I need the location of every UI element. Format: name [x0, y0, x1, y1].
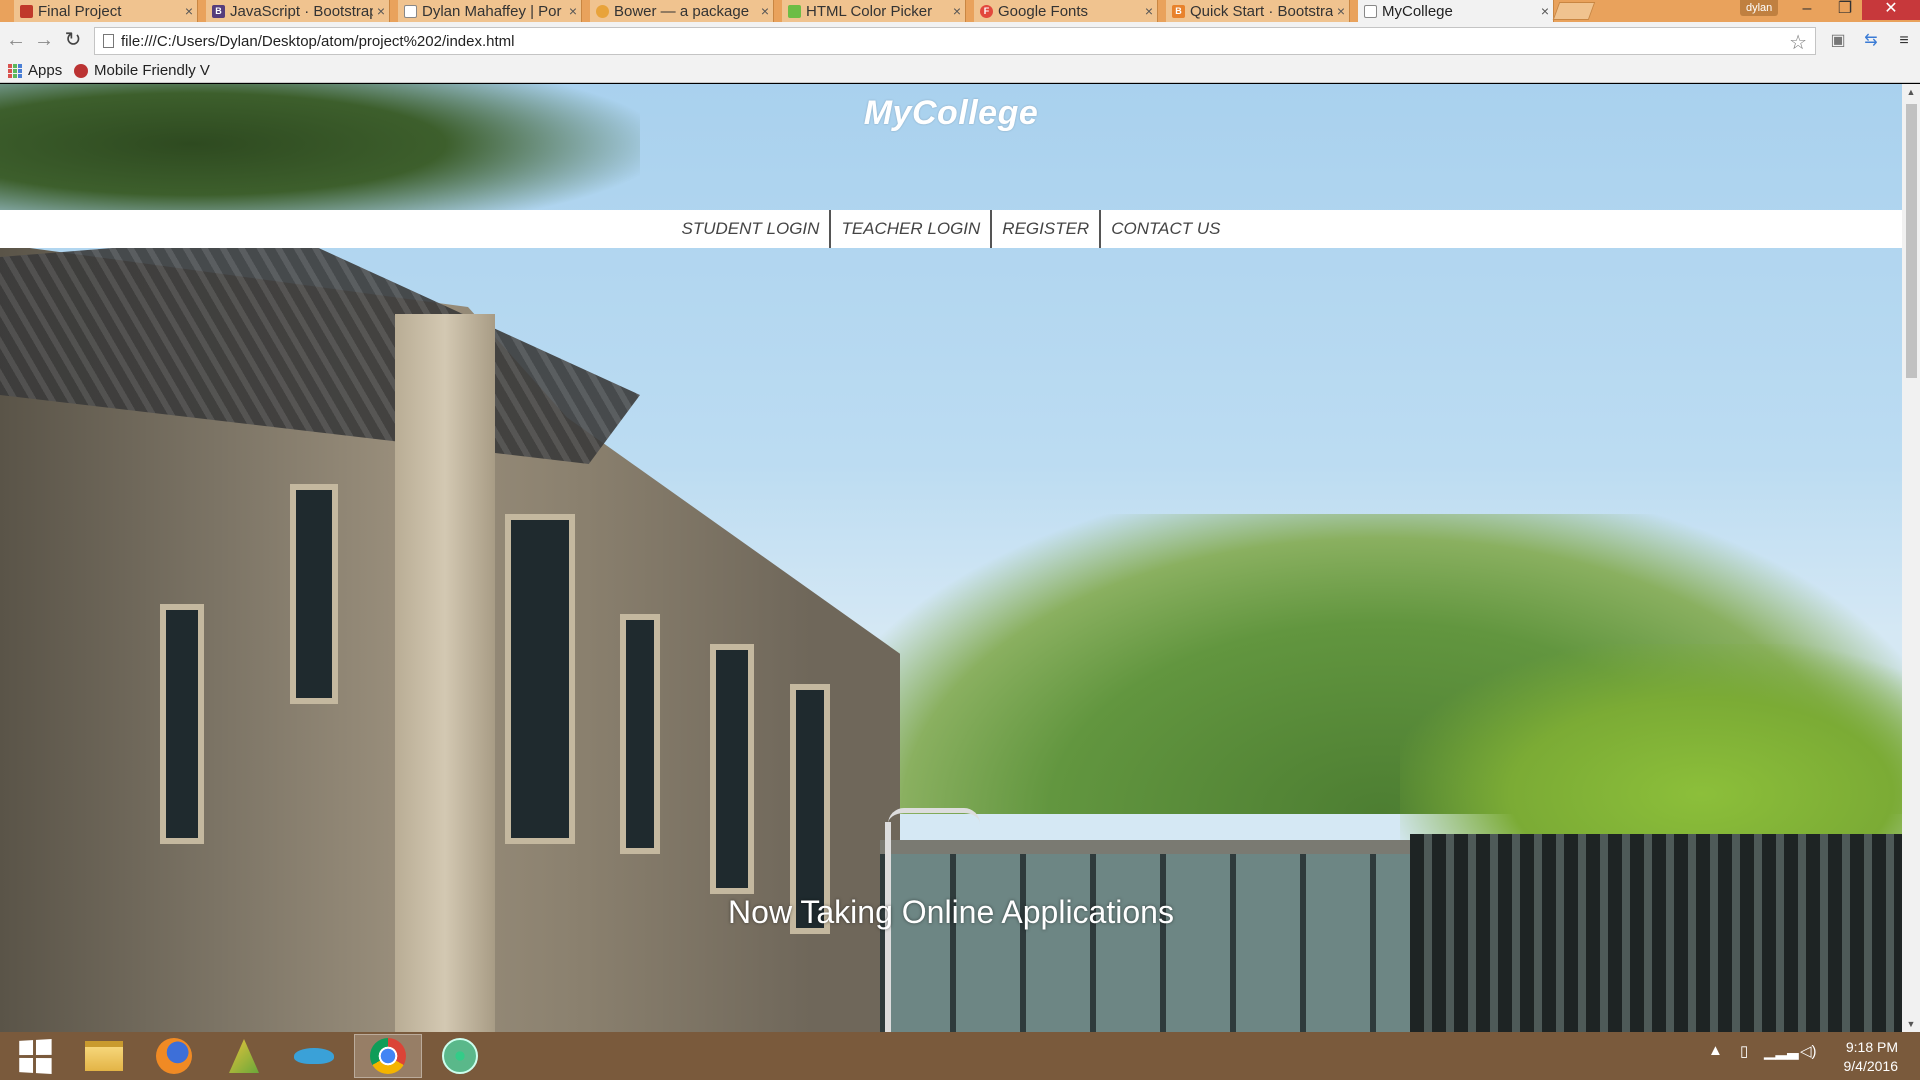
tab-close-icon[interactable]: ×	[1141, 3, 1157, 19]
system-clock[interactable]: 9:18 PM 9/4/2016	[1844, 1038, 1899, 1076]
nav-register[interactable]: REGISTER	[990, 210, 1099, 248]
tab-close-icon[interactable]: ×	[373, 3, 389, 19]
nav-contact-us[interactable]: CONTACT US	[1099, 210, 1230, 248]
app-icon	[229, 1039, 259, 1073]
apps-grid-icon	[8, 63, 22, 78]
tab-close-icon[interactable]: ×	[181, 3, 197, 19]
nav-student-login[interactable]: STUDENT LOGIN	[672, 210, 830, 248]
bookmark-favicon-icon	[74, 63, 88, 78]
tab-label: Bower — a package	[614, 2, 750, 20]
site-nav: STUDENT LOGIN TEACHER LOGIN REGISTER CON…	[0, 210, 1902, 248]
building-window	[290, 484, 338, 704]
tab-close-icon[interactable]: ×	[1537, 3, 1553, 19]
bookmark-star-icon[interactable]: ☆	[1789, 30, 1807, 55]
building-slats	[1410, 834, 1902, 1032]
tab-javascript-bootstrap[interactable]: B JavaScript · Bootstrap ×	[206, 0, 390, 22]
battery-icon[interactable]: ▯	[1740, 1042, 1748, 1060]
clock-time: 9:18 PM	[1845, 1039, 1898, 1055]
tab-label: JavaScript · Bootstrap	[230, 2, 373, 20]
bootstrap-favicon-icon: B	[212, 4, 225, 18]
volume-icon[interactable]: ◁)	[1800, 1042, 1817, 1060]
site-title[interactable]: MyCollege	[0, 94, 1902, 133]
profile-badge[interactable]: dylan	[1740, 0, 1779, 16]
tab-final-project[interactable]: Final Project ×	[14, 0, 198, 22]
scroll-thumb[interactable]	[1906, 104, 1917, 378]
tab-strip: Final Project × B JavaScript · Bootstrap…	[0, 0, 1920, 22]
scroll-up-arrow-icon[interactable]: ▲	[1902, 84, 1920, 100]
windows-taskbar: ▲ ▯ ▁▂▃ ◁) 9:18 PM 9/4/2016	[0, 1032, 1920, 1080]
tab-label: Quick Start · Bootstra	[1190, 2, 1333, 20]
tab-label: Google Fonts	[998, 2, 1089, 20]
page-favicon-icon	[404, 4, 417, 18]
app-button[interactable]	[210, 1034, 278, 1078]
bookmark-label: Apps	[28, 62, 63, 79]
tab-google-fonts[interactable]: F Google Fonts ×	[974, 0, 1158, 22]
tab-close-icon[interactable]: ×	[1333, 3, 1349, 19]
network-signal-icon[interactable]: ▁▂▃	[1764, 1042, 1799, 1060]
restore-icon[interactable]: ❐	[1826, 0, 1864, 20]
tab-label: Final Project	[38, 2, 122, 20]
url-text[interactable]: file:///C:/Users/Dylan/Desktop/atom/proj…	[121, 33, 515, 50]
page-favicon-icon	[1364, 4, 1377, 18]
tab-bower[interactable]: Bower — a package ×	[590, 0, 774, 22]
sync-extension-icon[interactable]: ⇆	[1861, 31, 1881, 51]
tab-label: HTML Color Picker	[806, 2, 933, 20]
scroll-down-arrow-icon[interactable]: ▼	[1902, 1016, 1920, 1032]
atom-button[interactable]	[426, 1034, 494, 1078]
building-window	[505, 514, 575, 844]
tab-html-color-picker[interactable]: HTML Color Picker ×	[782, 0, 966, 22]
bookmark-mobile-friendly[interactable]: Mobile Friendly V	[74, 62, 210, 79]
start-button[interactable]	[0, 1034, 68, 1078]
clock-date: 9/4/2016	[1843, 1058, 1899, 1074]
atom-icon	[442, 1038, 478, 1074]
bookmark-apps[interactable]: Apps	[8, 62, 62, 79]
tab-label: Dylan Mahaffey | Por	[422, 2, 562, 20]
show-hidden-icons-icon[interactable]: ▲	[1708, 1042, 1723, 1059]
close-window-icon[interactable]: ✕	[1862, 0, 1920, 20]
windows-start-icon	[18, 1038, 52, 1074]
extension-icon[interactable]: ▣	[1828, 31, 1848, 51]
tab-label: MyCollege	[1382, 2, 1453, 20]
building-window	[710, 644, 754, 894]
file-explorer-button[interactable]	[70, 1034, 138, 1078]
tab-mycollege[interactable]: MyCollege ×	[1358, 0, 1554, 22]
bookmarks-bar: Apps Mobile Friendly V	[0, 60, 1920, 83]
building-window	[620, 614, 660, 854]
building-window	[160, 604, 204, 844]
tab-close-icon[interactable]: ×	[949, 3, 965, 19]
browser-toolbar: ← → ↻ file:///C:/Users/Dylan/Desktop/ato…	[0, 22, 1920, 60]
tab-close-icon[interactable]: ×	[565, 3, 581, 19]
page-icon	[103, 34, 114, 48]
minimize-icon[interactable]: –	[1788, 0, 1826, 20]
bookmark-label: Mobile Friendly V	[94, 62, 210, 79]
hero-headline: Now Taking Online Applications	[728, 894, 1174, 930]
final-project-favicon-icon	[20, 4, 33, 18]
forward-arrow-icon[interactable]: →	[33, 29, 55, 51]
dolphin-app-button[interactable]	[280, 1034, 348, 1078]
tab-quick-start-bootstrap[interactable]: B Quick Start · Bootstra ×	[1166, 0, 1350, 22]
tab-close-icon[interactable]: ×	[757, 3, 773, 19]
reload-icon[interactable]: ↻	[62, 29, 84, 51]
file-explorer-icon	[85, 1041, 123, 1071]
page-scrollbar[interactable]: ▲ ▼	[1902, 84, 1920, 1032]
street-lamp-head	[888, 808, 980, 824]
bootstrap-favicon-icon: B	[1172, 4, 1185, 18]
address-bar[interactable]: file:///C:/Users/Dylan/Desktop/atom/proj…	[94, 27, 1816, 55]
new-tab-button[interactable]	[1552, 2, 1596, 20]
back-arrow-icon[interactable]: ←	[5, 29, 27, 51]
tab-dylan-mahaffey[interactable]: Dylan Mahaffey | Por ×	[398, 0, 582, 22]
chrome-icon	[370, 1038, 406, 1074]
color-picker-favicon-icon	[788, 4, 801, 18]
chrome-button[interactable]	[354, 1034, 422, 1078]
bower-favicon-icon	[596, 4, 609, 18]
dolphin-icon	[294, 1048, 334, 1064]
menu-icon[interactable]: ≡	[1894, 31, 1914, 51]
nav-teacher-login[interactable]: TEACHER LOGIN	[829, 210, 990, 248]
google-fonts-favicon-icon: F	[980, 4, 993, 18]
page-viewport: MyCollege STUDENT LOGIN TEACHER LOGIN RE…	[0, 84, 1902, 1032]
firefox-button[interactable]	[140, 1034, 208, 1078]
firefox-icon	[156, 1038, 192, 1074]
